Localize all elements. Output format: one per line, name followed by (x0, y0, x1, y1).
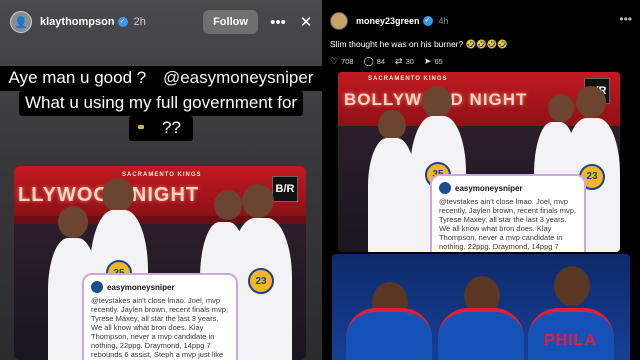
verified-badge-icon: ✓ (422, 16, 433, 26)
tweet-avatar (91, 281, 103, 293)
story-header: 👤 klaythompson ✓ 2h Follow ••• ✕ (0, 0, 322, 44)
story-caption-line-2: What u using my full government for (0, 91, 322, 116)
tweet-username: easymoneysniper (107, 282, 175, 292)
caption-text: ?? (156, 116, 187, 140)
post-username[interactable]: money23green (356, 16, 420, 26)
quoted-tweet: easymoneysniper @tevstakes ain't close l… (430, 174, 586, 252)
player-head (58, 206, 88, 238)
player-jersey: 23 (230, 218, 292, 360)
verified-badge-icon: ✓ (117, 17, 128, 27)
reply-count: 84 (376, 57, 386, 66)
player-head (422, 86, 452, 118)
tweet-body: @tevstakes ain't close lmao. Joel, mvp r… (91, 296, 229, 360)
jersey-number: 23 (248, 268, 274, 294)
post-header: money23green ✓ 4h (330, 12, 449, 30)
share-button[interactable]: ➤ 65 (424, 56, 443, 67)
repost-count: 30 (405, 57, 414, 66)
story-time: 2h (133, 16, 146, 28)
player-jersey (438, 308, 524, 360)
player-head (214, 190, 242, 220)
player-head (548, 94, 574, 122)
br-logo: B/R (272, 176, 298, 202)
credit-card-icon (135, 121, 156, 134)
close-icon[interactable]: ✕ (298, 13, 314, 31)
story-caption-line-1: Aye man u good ? @easymoneysniper (0, 66, 322, 91)
post-photo: SACRAMENTO KINGS BOLLYWOOD NIGHT B/R 35 … (338, 72, 620, 252)
jersey-text: PHILA (544, 332, 597, 349)
tweet-username: easymoneysniper (455, 183, 523, 193)
tweet-body: @tevstakes ain't close lmao. Joel, mvp r… (439, 197, 577, 252)
post-time: 4h (438, 16, 449, 26)
reply-button[interactable]: ◯ 84 (364, 56, 385, 67)
quoted-tweet: easymoneysniper @tevstakes ain't close l… (82, 273, 238, 360)
story-username[interactable]: klaythompson (40, 16, 115, 28)
repost-icon: ⇄ (395, 56, 403, 66)
share-count: 65 (434, 57, 443, 66)
heart-icon: ♡ (330, 56, 339, 66)
story-caption-line-3: ?? (0, 116, 322, 141)
player-head (378, 110, 406, 140)
player-jersey (368, 138, 416, 252)
repost-button[interactable]: ⇄ 30 (395, 56, 414, 67)
sign-top-text: SACRAMENTO KINGS (368, 76, 448, 82)
story-view: 👤 klaythompson ✓ 2h Follow ••• ✕ Aye man… (0, 0, 322, 360)
post-actions: ♡ 708 ◯ 84 ⇄ 30 ➤ 65 (330, 56, 453, 67)
avatar[interactable]: 👤 (10, 11, 32, 33)
caption-text: Aye man u good ? (2, 66, 157, 90)
more-horizontal-icon[interactable]: ••• (270, 14, 286, 31)
follow-button[interactable]: Follow (203, 10, 258, 34)
post-photo-sixers: PHILA (332, 254, 630, 360)
like-button[interactable]: ♡ 708 (330, 56, 354, 67)
player-head (554, 266, 590, 306)
tweet-avatar (439, 182, 451, 194)
send-icon: ➤ (423, 56, 432, 66)
player-head (242, 184, 274, 218)
comment-icon: ◯ (363, 56, 374, 66)
mention-link[interactable]: @easymoneysniper (156, 66, 320, 90)
caption-text: What u using my full government for (18, 91, 304, 116)
avatar[interactable] (330, 12, 348, 30)
story-photo: SACRAMENTO KINGS LLYWOOD NIGHT B/R 35 23… (14, 166, 306, 360)
post-text: Slim thought he was on his burner? 🤣🤣🤣🤣 (330, 39, 508, 49)
player-head (576, 86, 606, 118)
player-jersey (346, 308, 432, 360)
threads-post: money23green ✓ 4h ••• Slim thought he wa… (322, 0, 640, 360)
like-count: 708 (341, 57, 354, 66)
player-head (102, 178, 134, 212)
sign-top-text: SACRAMENTO KINGS (122, 172, 202, 178)
more-horizontal-icon[interactable]: ••• (619, 12, 632, 26)
